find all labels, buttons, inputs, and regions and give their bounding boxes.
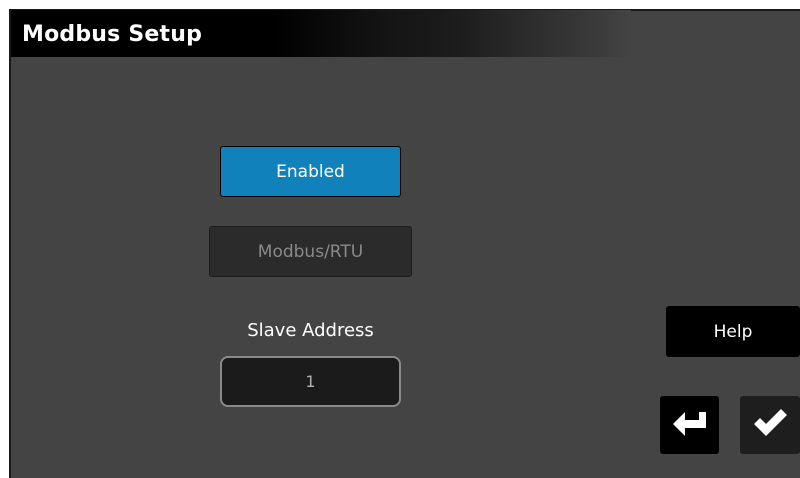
page-title: Modbus Setup (22, 22, 203, 47)
enter-return-icon (671, 408, 709, 443)
protocol-select-button[interactable]: Modbus/RTU (209, 226, 412, 277)
help-button[interactable]: Help (666, 306, 800, 357)
modbus-enable-toggle-button[interactable]: Enabled (220, 146, 401, 197)
slave-address-label: Slave Address (247, 320, 374, 341)
enable-button-label: Enabled (276, 161, 345, 182)
slave-address-value: 1 (305, 372, 316, 391)
protocol-button-label: Modbus/RTU (257, 241, 364, 262)
checkmark-icon (751, 407, 789, 444)
slave-address-field[interactable]: 1 (220, 356, 401, 407)
back-button[interactable] (660, 396, 719, 454)
help-button-label: Help (713, 321, 753, 342)
confirm-button[interactable] (740, 396, 800, 454)
